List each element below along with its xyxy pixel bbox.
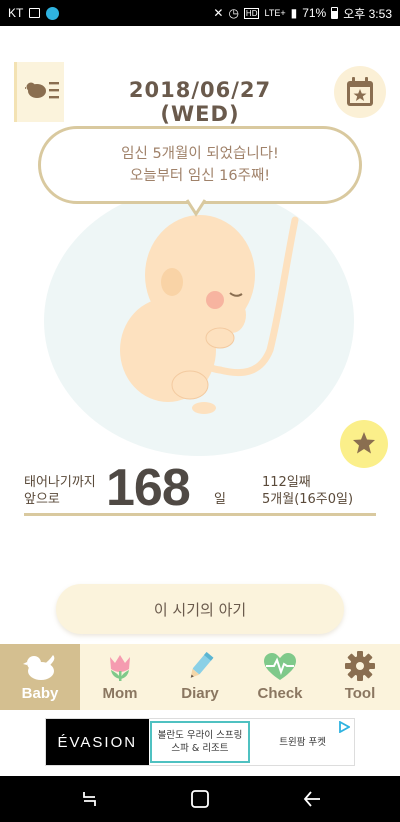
tab-baby-label: Baby bbox=[21, 685, 59, 702]
status-bar: KT ✕ ◷ HD LTE+ ▮ 71% 오후 3:53 bbox=[0, 0, 400, 26]
page-title-date: 2018/06/27 (WED) bbox=[128, 78, 272, 126]
favorite-star-button[interactable] bbox=[340, 420, 388, 468]
app-notification-icon bbox=[46, 6, 60, 20]
tab-baby[interactable]: Baby bbox=[0, 644, 80, 710]
tab-mom[interactable]: Mom bbox=[80, 644, 160, 710]
pregnancy-progress-info: 112일째 5개월(16주0일) bbox=[262, 474, 353, 508]
ad-brand[interactable]: ÉVASION bbox=[46, 719, 149, 765]
period-baby-button[interactable]: 이 시기의 아기 bbox=[56, 584, 344, 634]
battery-percent: 71% bbox=[302, 6, 327, 20]
ad-choices-icon[interactable] bbox=[338, 721, 350, 733]
tab-diary[interactable]: Diary bbox=[160, 644, 240, 710]
tab-diary-label: Diary bbox=[181, 685, 219, 702]
mute-icon: ✕ bbox=[213, 6, 224, 20]
days-remaining-number: 168 bbox=[106, 459, 191, 517]
tab-check[interactable]: Check bbox=[240, 644, 320, 710]
ad-option-1[interactable]: 볼란도 우라이 스프링 스파 & 리조트 bbox=[149, 721, 251, 763]
tab-mom-label: Mom bbox=[102, 685, 138, 702]
recent-apps-icon[interactable] bbox=[80, 789, 100, 809]
countdown-divider bbox=[24, 513, 376, 516]
days-elapsed: 112일째 bbox=[262, 475, 311, 490]
alarm-icon: ◷ bbox=[228, 6, 239, 20]
calendar-star-icon bbox=[347, 77, 373, 106]
bubble-line-1: 임신 5개월이 되었습니다! bbox=[121, 146, 279, 162]
system-nav-bar bbox=[0, 776, 400, 822]
bird-list-icon bbox=[25, 82, 59, 99]
star-icon bbox=[353, 432, 375, 454]
memo-button[interactable] bbox=[14, 62, 64, 122]
clock: 오후 3:53 bbox=[343, 6, 392, 21]
back-icon[interactable] bbox=[302, 789, 322, 809]
tab-tool[interactable]: Tool bbox=[320, 644, 400, 710]
bubble-line-2: 오늘부터 임신 16주째! bbox=[129, 168, 271, 184]
tulip-icon bbox=[110, 655, 130, 681]
home-icon[interactable] bbox=[190, 789, 210, 809]
ad-option-1-line-2: 스파 & 리조트 bbox=[171, 743, 229, 754]
bottom-nav: Baby Mom Diary Check Tool bbox=[0, 644, 400, 710]
calendar-button[interactable] bbox=[334, 66, 386, 118]
fetus-illustration bbox=[120, 215, 299, 414]
network-label: LTE+ bbox=[264, 8, 286, 18]
battery-icon bbox=[331, 7, 339, 19]
countdown-label: 태어나기까지 앞으로 bbox=[24, 474, 96, 508]
week-info: 5개월(16주0일) bbox=[262, 492, 354, 507]
pencil-icon bbox=[190, 651, 214, 678]
hd-icon: HD bbox=[243, 7, 260, 19]
countdown-label-line-2: 앞으로 bbox=[24, 492, 60, 507]
speech-bubble: 임신 5개월이 되었습니다! 오늘부터 임신 16주째! bbox=[38, 126, 362, 204]
image-notification-icon bbox=[29, 8, 41, 18]
tab-check-label: Check bbox=[257, 685, 303, 702]
bird-icon bbox=[23, 655, 55, 680]
ad-banner[interactable]: ÉVASION 볼란도 우라이 스프링 스파 & 리조트 트윈팜 푸켓 bbox=[45, 718, 355, 766]
ad-option-1-line-1: 볼란도 우라이 스프링 bbox=[157, 730, 243, 741]
signal-icon: ▮ bbox=[290, 6, 298, 20]
tab-tool-label: Tool bbox=[344, 685, 376, 702]
days-unit: 일 bbox=[214, 492, 226, 507]
ad-option-2-label: 트윈팜 푸켓 bbox=[279, 736, 327, 748]
carrier-label: KT bbox=[8, 6, 24, 20]
gear-icon bbox=[345, 651, 375, 681]
heartbeat-icon bbox=[264, 653, 296, 680]
countdown-label-line-1: 태어나기까지 bbox=[24, 475, 96, 490]
bubble-tail bbox=[186, 198, 206, 217]
